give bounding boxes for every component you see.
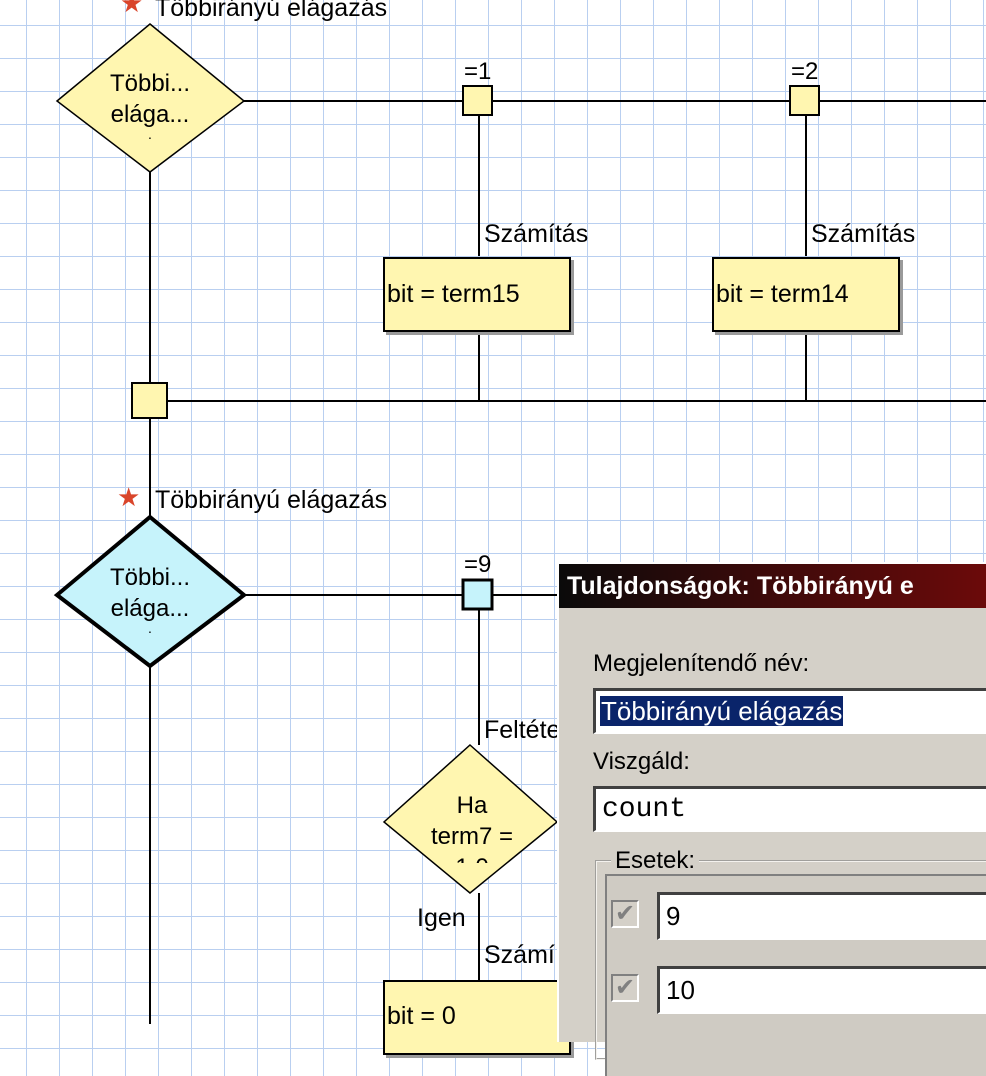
case-1-label: =1 [464,58,492,85]
if-decision-text: Ha term7 = 1 0 [430,792,514,863]
top-decision-text: Többi... elága... . [109,70,191,143]
case-value-field[interactable]: 10 [657,966,986,1014]
top-branch-title: Többirányú elágazás [155,0,388,22]
calc-label-1: Számítás [484,220,589,248]
calc-box-3[interactable]: bit = 0 [383,980,571,1055]
merge-junction[interactable] [131,382,168,419]
star-icon: ★ [120,0,144,18]
yes-label: Igen [417,904,466,932]
case-2-label: =2 [791,58,819,85]
case-value: 10 [666,975,695,1005]
case-9-junction[interactable] [461,578,494,611]
condition-label: Feltéte [484,716,561,744]
case-9-label: =9 [464,551,492,578]
case-1-junction[interactable] [462,85,493,116]
second-branch-title: Többirányú elágazás [155,486,388,514]
case-checkbox[interactable]: ✔ [611,974,639,1002]
properties-dialog: Tulajdonságok: Többirányú e Megjeleníten… [557,562,986,1076]
calc-label-3: Számí [484,941,555,969]
calc-label-2: Számítás [811,220,916,248]
cases-label: Esetek: [611,847,700,875]
examine-label: Viszgáld: [593,748,690,775]
case-value-field[interactable]: 9 [657,892,986,940]
display-name-label: Megjelenítendő név: [593,650,810,677]
dialog-title-bar[interactable]: Tulajdonságok: Többirányú e [559,564,986,608]
second-decision-text: Többi... elága... . [109,564,191,637]
display-name-field[interactable]: Többirányú elágazás [593,688,986,734]
examine-value: count [602,794,687,825]
star-icon: ★ [117,482,141,512]
examine-field[interactable]: count [593,786,986,832]
dialog-title: Tulajdonságok: Többirányú e [567,572,914,600]
calc-box-2[interactable]: bit = term14 [712,257,900,332]
case-checkbox[interactable]: ✔ [611,900,639,928]
case-value: 9 [666,901,681,931]
calc-box-1[interactable]: bit = term15 [383,257,571,332]
case-2-junction[interactable] [789,85,820,116]
display-name-value: Többirányú elágazás [600,696,844,726]
